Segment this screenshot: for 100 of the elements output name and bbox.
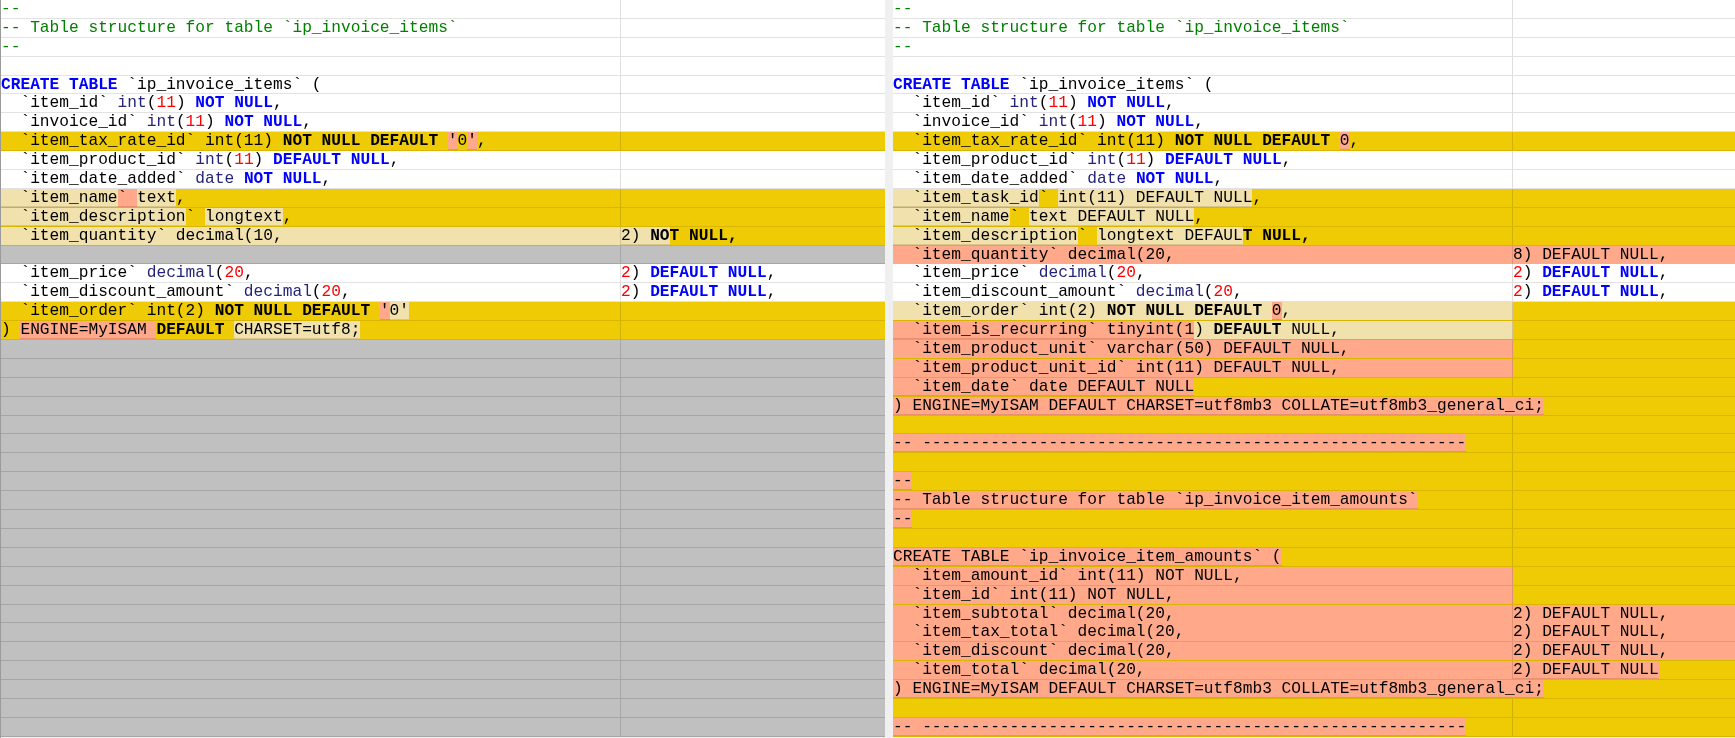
code-text: CHARSET=utf8; [234,321,361,340]
code-text: , [1135,264,1146,283]
type-text: decimal [1135,283,1204,302]
keyword-text: NOT NULL DEFAULT [1106,302,1264,321]
type-text: decimal [243,283,312,302]
code-text: `item_price` [911,264,1030,283]
code-text: ) ENGINE=MyISAM DEFAULT CHARSET=utf8mb3 COLLATE=utf8mb3_general_ci; [893,680,1544,699]
code-text: , [1233,283,1243,302]
code-text: 2) DEFAULT NULL, [1513,642,1669,661]
code-text: `item_amount_id` int(11) NOT NULL, [911,566,1243,585]
code-text: , [1658,283,1669,302]
code-text: NULL, [1290,321,1340,340]
code-text: ) [1522,264,1534,283]
number-text: 11 [1077,113,1098,132]
code-text: ` [1038,188,1050,207]
code-text: -- -------------------------------------------------------- [893,434,1467,453]
code-text: `item_product_unit` varchar(50) DEFAULT NULL, [911,340,1350,359]
code-text: `item_total` decimal(20, [911,661,1146,680]
keyword-text: NOT NULL DEFAULT [214,302,372,321]
code-text: , [282,207,293,226]
keyword-text: DEFAULT [156,321,226,340]
type-text: date [195,170,236,188]
code-text: `item_tax_total` decimal(20, [911,623,1185,642]
number-text: 11 [1048,94,1068,113]
code-text: `item_quantity` decimal(10, [19,226,283,245]
code-text: ) [253,151,265,170]
code-text: , [766,283,777,302]
code-text: ENGINE=MyISAM [20,321,157,340]
number-text: 11 [1126,151,1146,170]
code-text: ) [1194,321,1205,340]
keyword-text: DEFAULT [1213,321,1282,340]
code-text: `item_quantity` decimal(20, [911,245,1175,264]
type-text: int [1009,94,1039,113]
keyword-text: DEFAULT NULL [650,264,767,283]
code-text: ( [1116,151,1127,170]
code-text: 2) DEFAULT NULL, [1513,623,1669,642]
type-text: date [1087,170,1128,188]
code-text: ' [379,302,390,321]
number-text: 2 [621,264,631,283]
code-text: 0' [389,302,409,321]
code-text: , [1165,94,1175,113]
code-text: ) [205,113,216,132]
code-text: ) [1145,151,1157,170]
code-text: , [243,264,254,283]
code-text: 0 [1339,132,1350,151]
code-text: `item_product_id` [911,151,1079,170]
code-text: , [1281,151,1292,170]
number-text: 11 [156,94,176,113]
code-text: ) [1067,94,1079,113]
code-text: `ip_invoice_items` ( [1018,75,1214,94]
code-text: , [273,94,283,113]
code-text: `item_date_added` [19,170,187,188]
code-text: ( [175,113,186,132]
keyword-text: DEFAULT NULL [1165,151,1282,170]
code-text: ) [630,283,642,302]
code-text: `item_tax_rate_id` int(11) [911,132,1166,151]
code-text: 2) DEFAULT NULL [1513,661,1659,680]
code-text: 0 [1271,302,1282,321]
code-text: ` [1009,207,1021,226]
keyword-text: DEFAULT NULL [273,151,390,170]
code-text: `item_discount` decimal(20, [911,642,1175,661]
code-text: , [1658,264,1669,283]
comment-text: -- Table structure for table `ip_invoice_items` [1,18,458,37]
keyword-text: NOT NULL [243,170,322,188]
keyword-text: NOT NULL DEFAULT [282,132,440,151]
number-text: 11 [234,151,254,170]
code-text: ' [447,132,458,151]
code-text: ) [1097,113,1108,132]
type-text: decimal [146,264,215,283]
type-text: int [146,113,176,132]
code-text: , [1194,113,1204,132]
code-text: ) [1,321,12,340]
code-text: 8) DEFAULT NULL, [1513,245,1669,264]
code-text: , [766,264,777,283]
comment-text: -- [1,37,21,56]
code-text: `item_tax_rate_id` int(11) [19,132,274,151]
code-text: , [321,170,332,188]
code-text: ) [630,264,642,283]
code-text: `item_price` [19,264,138,283]
keyword-text: DEFAULT NULL [1542,264,1659,283]
code-text: ( [1106,264,1117,283]
number-text: 2 [1513,283,1523,302]
code-text: , [1349,132,1360,151]
code-text: , [389,151,400,170]
comment-text: -- Table structure for table `ip_invoice_items` [893,18,1350,37]
type-text: int [117,94,147,113]
code-text: , [175,188,186,207]
code-text: `invoice_id` [19,113,138,132]
code-text: ` [185,207,197,226]
number-text: 20 [1116,264,1136,283]
comment-text: -- [1,0,21,18]
code-text: 0 [457,132,468,151]
type-text: int [1038,113,1068,132]
number-text: 2 [1513,264,1523,283]
number-text: 20 [1213,283,1233,302]
code-text: `invoice_id` [911,113,1030,132]
code-text: ( [1038,94,1049,113]
number-text: 11 [185,113,206,132]
code-text: -- Table structure for table `ip_invoice_item_amounts` [893,491,1418,510]
keyword-text: DEFAULT NULL [650,283,767,302]
